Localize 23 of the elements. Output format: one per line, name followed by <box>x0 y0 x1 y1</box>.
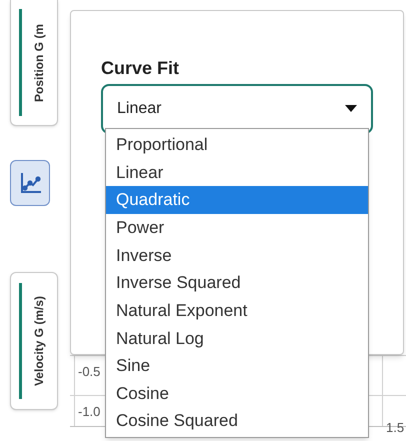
side-tab[interactable]: Velocity G (m/s) <box>10 272 58 410</box>
axis-tick-label: -0.5 <box>78 363 100 381</box>
dialog-title: Curve Fit <box>101 57 180 80</box>
dropdown-option[interactable]: Natural Exponent <box>106 296 368 324</box>
axis-tick-label: 1.5 <box>386 419 404 437</box>
caret-icon <box>345 105 357 113</box>
tab-label: Velocity G (m/s) <box>31 296 47 386</box>
dropdown-option[interactable]: Inverse Squared <box>106 269 368 297</box>
axis-tick-label: -1.0 <box>78 403 100 421</box>
select-value: Linear <box>117 99 162 119</box>
dropdown-option[interactable]: Sine <box>106 352 368 380</box>
dropdown-option[interactable]: Cosine <box>106 380 368 408</box>
dropdown-option[interactable]: Inverse <box>106 242 368 270</box>
tab-label: Position G (m <box>31 24 47 102</box>
dropdown-option[interactable]: Linear <box>106 158 368 186</box>
dropdown-option[interactable]: Cosine Squared <box>106 407 368 436</box>
graph-button[interactable] <box>10 160 50 206</box>
dropdown-option[interactable]: Power <box>106 214 368 242</box>
dropdown-option[interactable]: Proportional <box>106 131 368 159</box>
dropdown-option[interactable]: Natural Log <box>106 324 368 352</box>
dropdown-option[interactable]: Quadratic <box>106 186 368 214</box>
line-chart-icon <box>18 171 42 195</box>
side-tab[interactable]: Position G (m <box>10 0 58 126</box>
